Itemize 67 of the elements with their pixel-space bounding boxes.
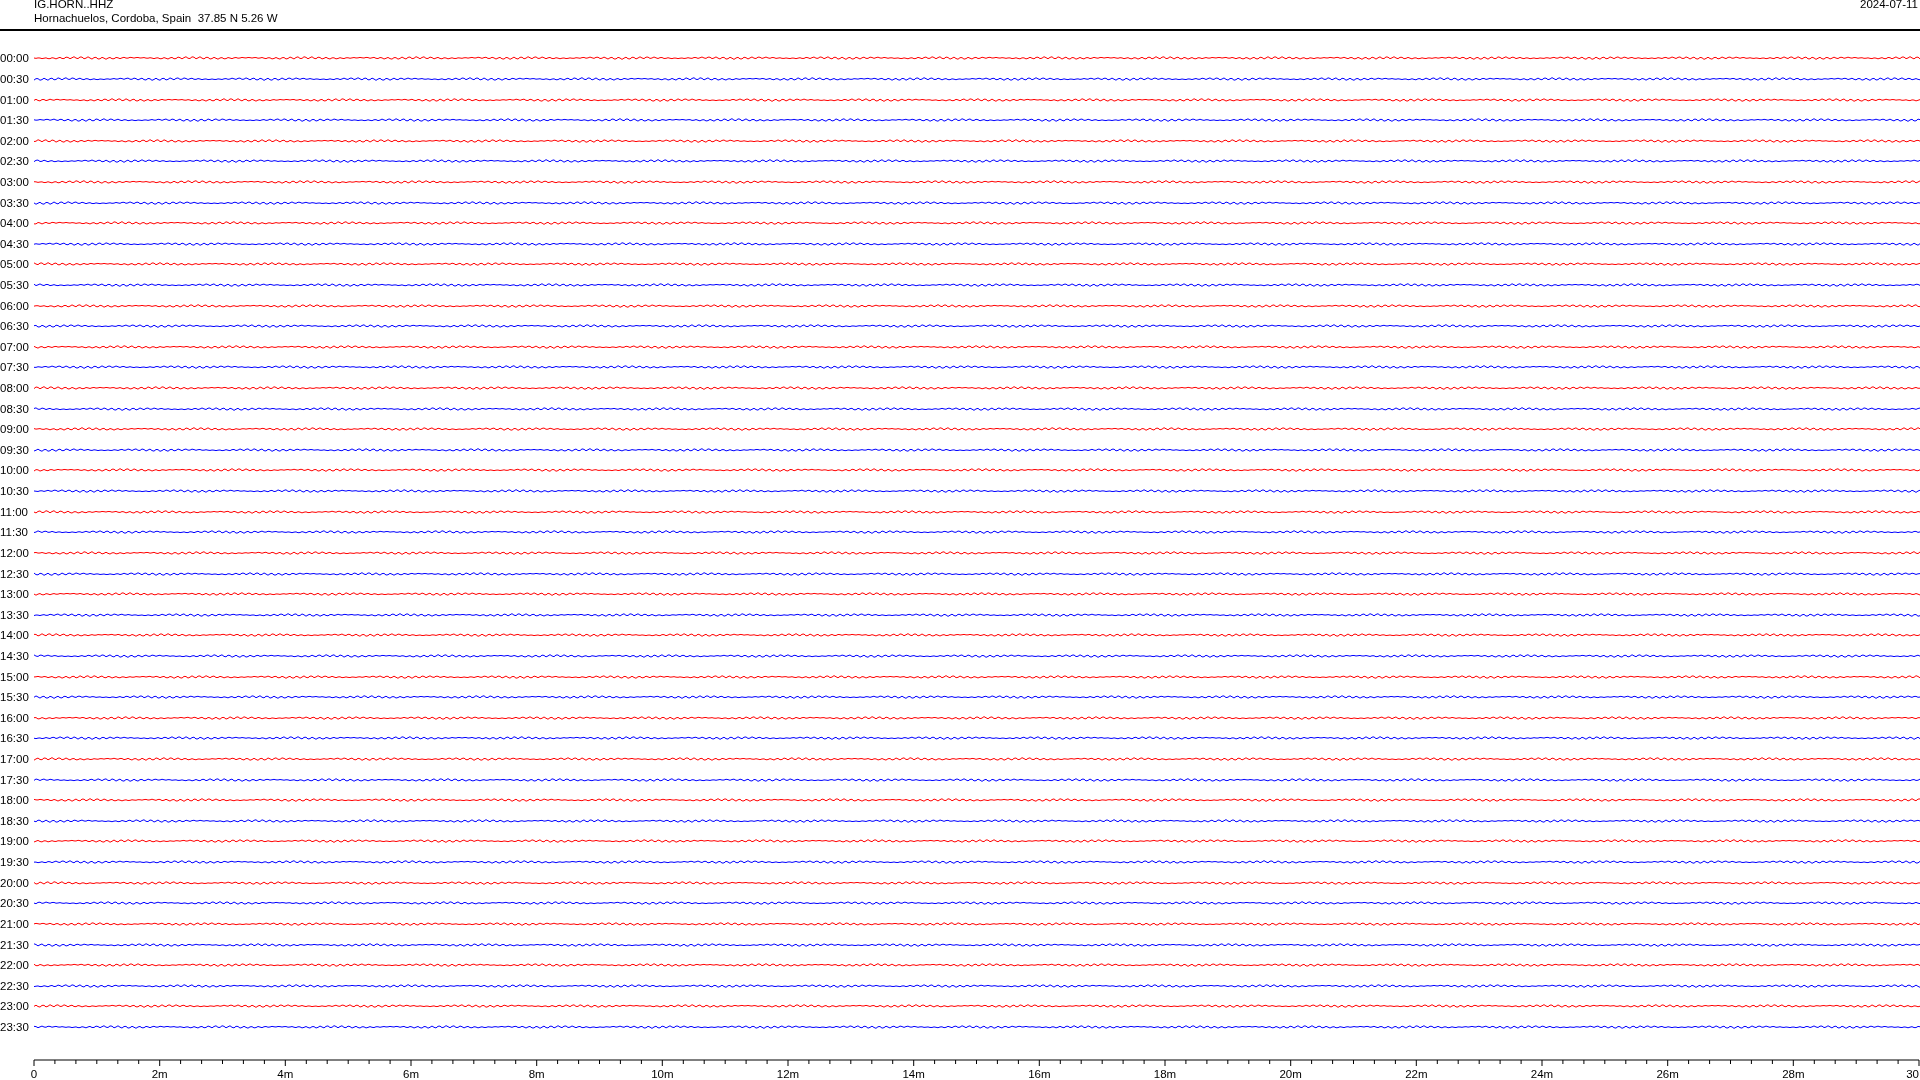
hour-label: 21:00 (0, 917, 30, 930)
hour-label: 14:00 (0, 629, 30, 642)
hour-label: 12:30 (0, 567, 30, 580)
axis-label: 6m (403, 1068, 419, 1080)
hour-label: 19:00 (0, 835, 30, 848)
hour-label: 02:00 (0, 134, 30, 147)
hour-label: 20:00 (0, 876, 30, 889)
hour-label: 06:00 (0, 299, 30, 312)
axis-label: 20m (1279, 1068, 1302, 1080)
hour-label: 23:30 (0, 1020, 30, 1033)
hour-label: 02:30 (0, 155, 30, 168)
hour-label: 16:30 (0, 732, 30, 745)
hour-label: 18:30 (0, 814, 30, 827)
hour-label: 13:00 (0, 588, 30, 601)
axis-label: 12m (776, 1068, 800, 1080)
hour-label: 04:30 (0, 237, 30, 250)
hour-label: 23:00 (0, 1000, 30, 1013)
station-location: Hornachuelos, Cordoba, Spain 37.85 N 5.26 W (34, 11, 278, 25)
hour-label: 21:30 (0, 938, 30, 951)
hour-label: 12:00 (0, 546, 30, 559)
hour-label: 20:30 (0, 897, 30, 910)
axis-label: 18m (1153, 1068, 1177, 1080)
axis-label: 24m (1530, 1068, 1554, 1080)
axis-label: 8m (528, 1068, 545, 1080)
hour-label: 10:30 (0, 485, 30, 498)
axis-label: 14m (902, 1068, 925, 1080)
axis-label: 4m (277, 1068, 294, 1080)
hour-label: 22:30 (0, 979, 30, 992)
hour-label: 22:00 (0, 959, 30, 972)
hour-label: 09:00 (0, 423, 30, 436)
axis-label: 28m (1782, 1068, 1805, 1080)
axis-label: 10m (651, 1068, 674, 1080)
hour-label: 09:30 (0, 443, 30, 456)
hour-label: 03:30 (0, 196, 30, 209)
hour-label: 15:30 (0, 691, 30, 704)
hour-label: 08:00 (0, 382, 30, 395)
hour-label: 13:30 (0, 608, 30, 621)
axis-label: 26m (1656, 1068, 1679, 1080)
hour-label: 18:00 (0, 794, 30, 807)
plot-date: 2024-07-11 (1860, 0, 1919, 12)
hour-label: 11:30 (0, 526, 29, 539)
axis-label: 30 (1906, 1068, 1919, 1080)
hour-label: 03:00 (0, 175, 30, 188)
hour-label: 17:30 (0, 773, 30, 786)
axis-label: 0 (30, 1068, 38, 1080)
hour-label: 19:30 (0, 856, 30, 869)
hour-label: 07:00 (0, 340, 30, 353)
hour-label: 15:00 (0, 670, 30, 683)
hour-label: 00:00 (0, 52, 30, 65)
hour-label: 14:30 (0, 649, 30, 662)
axis-label: 2m (151, 1068, 168, 1080)
hour-label: 07:30 (0, 361, 30, 374)
hour-label: 05:30 (0, 279, 30, 291)
station-code: IG.HORN..HHZ (34, 0, 115, 11)
hour-label: 10:00 (0, 464, 30, 477)
hour-label: 17:00 (0, 753, 30, 765)
hour-label: 04:00 (0, 217, 30, 230)
axis-label: 22m (1405, 1068, 1428, 1080)
hour-label: 05:00 (0, 258, 30, 271)
hour-label: 16:00 (0, 711, 30, 724)
hour-label: 01:00 (0, 93, 30, 106)
hour-label: 08:30 (0, 402, 30, 415)
hour-label: 00:30 (0, 72, 30, 85)
hour-label: 01:30 (0, 114, 30, 127)
hour-label: 11:00 (0, 505, 29, 518)
hour-label: 06:30 (0, 320, 30, 333)
axis-label: 16m (1028, 1068, 1051, 1080)
